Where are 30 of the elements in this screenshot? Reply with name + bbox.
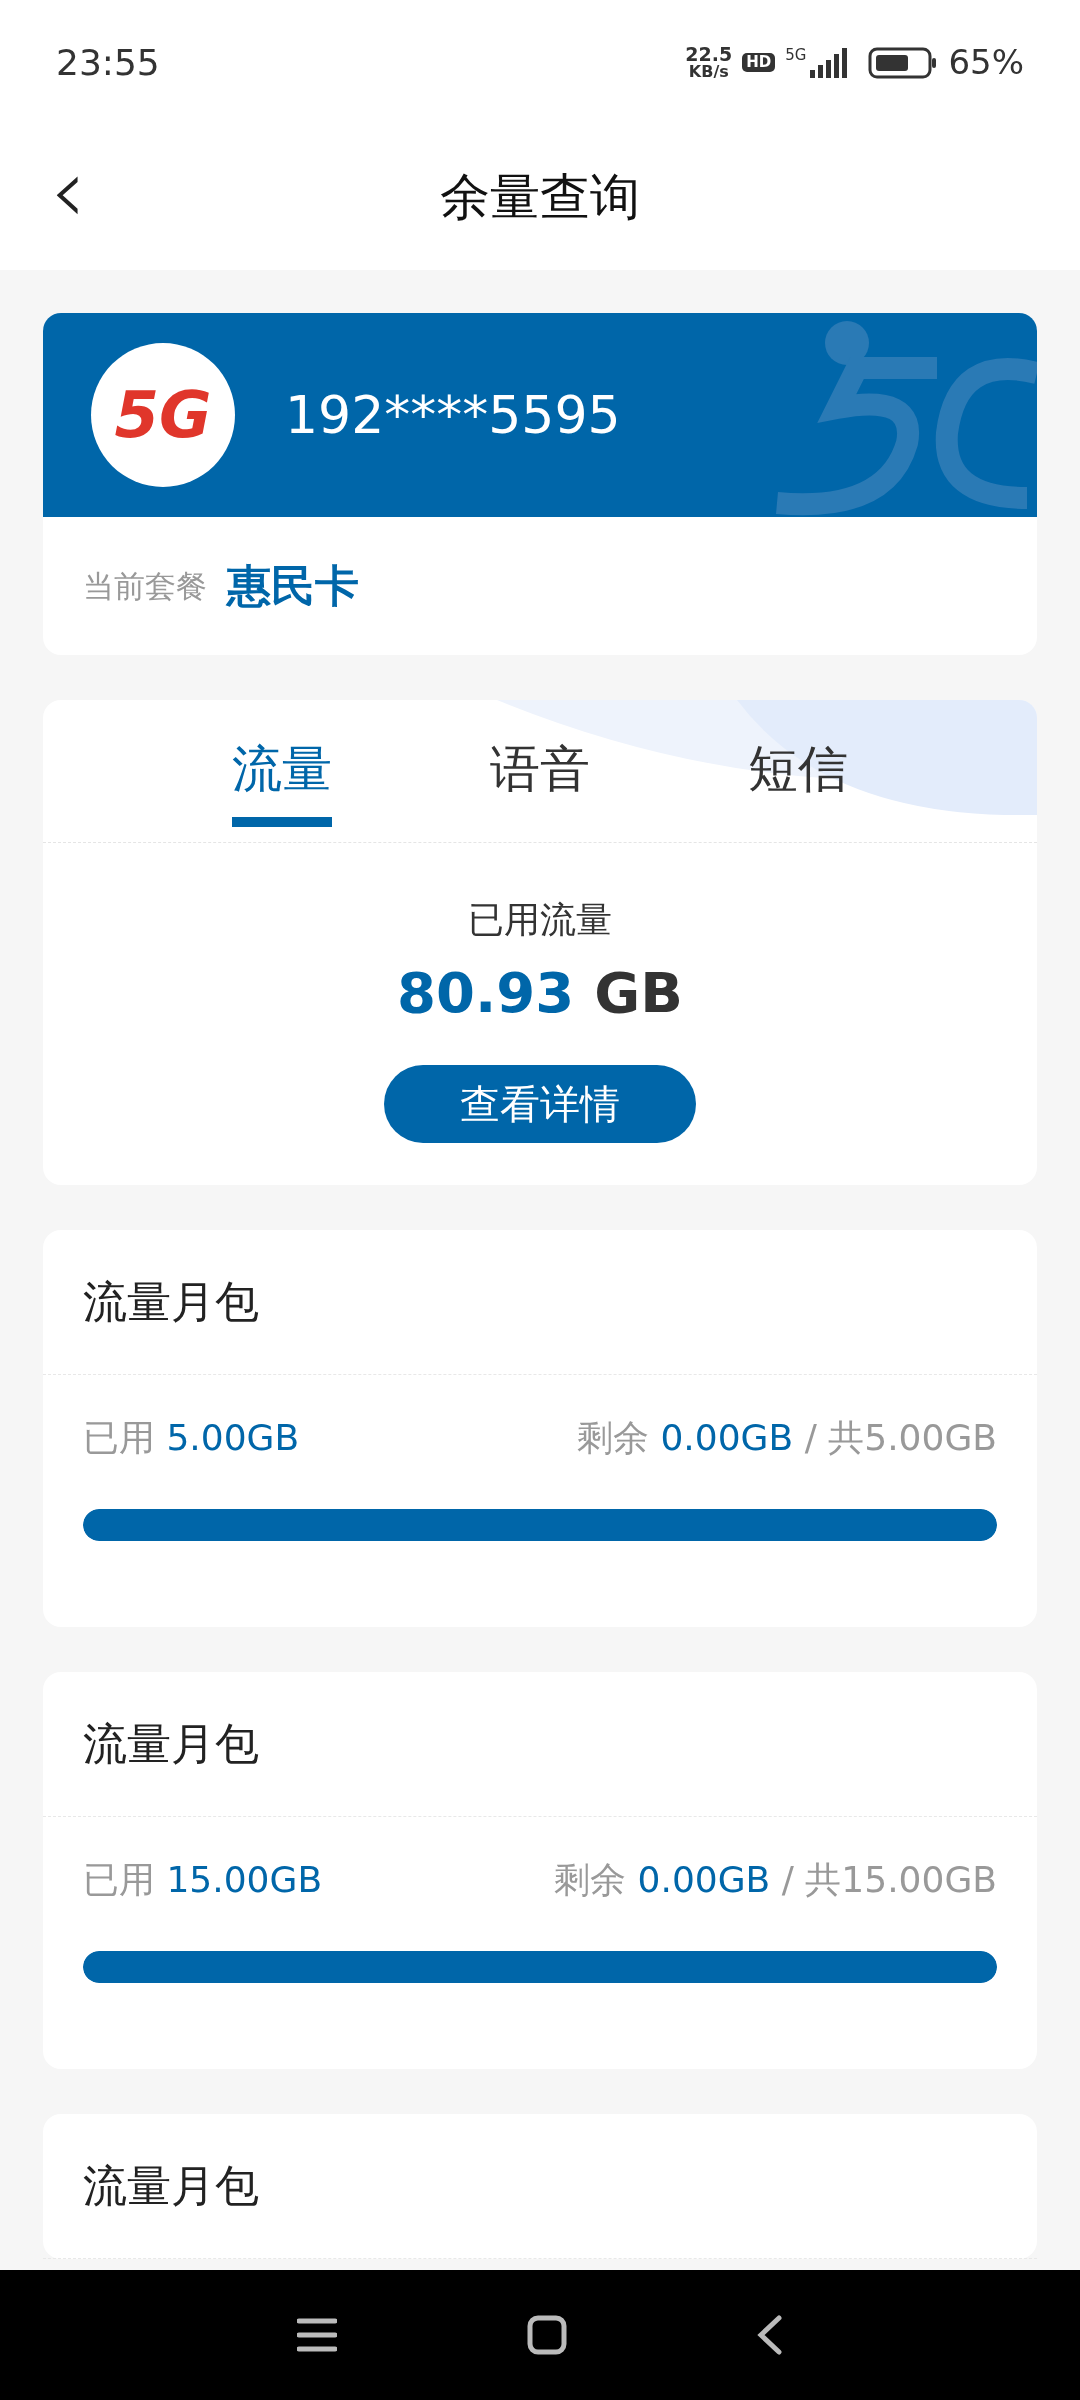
battery-icon [868,46,939,79]
package-title: 流量月包 [83,2159,259,2213]
usage-remaining: 剩余 0.00GB / 共5.00GB [577,1416,997,1460]
signal-icon [808,47,849,78]
network-speed: 22.5 [685,45,733,64]
package-title: 流量月包 [83,1717,259,1771]
used-label: 已用流量 [468,898,612,942]
tab[interactable]: 流量 [232,700,332,827]
operator-logo: 5G [91,343,235,487]
network-speed-unit: KB/s [688,64,729,80]
phone-number: 192****5595 [285,384,621,447]
used-value: 80.93 [397,959,575,1027]
usage-used: 已用 5.00GB [83,1416,300,1460]
hd-badge: HD [742,53,776,72]
back-icon[interactable] [757,2315,783,2355]
tab[interactable]: 语音 [490,700,590,801]
usage-remaining: 剩余 0.00GB / 共15.00GB [554,1858,997,1902]
menu-icon[interactable] [297,2317,337,2353]
package-title: 流量月包 [83,1275,259,1329]
battery-percent: 65% [948,41,1024,84]
back-button[interactable]: ‹ [50,145,86,250]
home-icon[interactable] [527,2315,567,2355]
details-button[interactable]: 查看详情 [384,1065,696,1143]
page-title: 余量查询 [440,167,640,228]
usage-used: 已用 15.00GB [83,1858,323,1902]
plan-name: 惠民卡 [227,559,359,613]
status-time: 23:55 [56,40,160,85]
plan-label: 当前套餐 [83,566,207,606]
network-type: 5G [785,47,807,63]
used-unit: GB [594,959,683,1027]
